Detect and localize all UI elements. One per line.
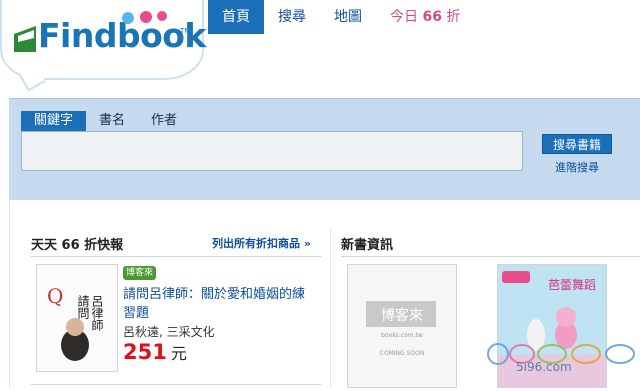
news-title: 新書資訊 — [341, 238, 394, 253]
book-cover-art: Q 請問 呂律師 — [37, 265, 117, 371]
news-panel-header: 新書資訊 — [341, 234, 640, 257]
nav-home[interactable]: 首頁 — [208, 0, 264, 34]
deals-panel-header: 天天 66 折快報 列出所有折扣商品 » — [31, 234, 321, 257]
watermark-text: 5i96.com — [516, 360, 572, 374]
deal-book-title[interactable]: 請問呂律師：關於愛和婚姻的練習題 — [123, 285, 313, 323]
cover-text-2: 呂律師 — [90, 295, 104, 331]
search-input[interactable] — [21, 131, 523, 171]
deal-book-meta: 呂秋遠, 三采文化 — [123, 325, 215, 339]
nav-map[interactable]: 地圖 — [320, 0, 376, 34]
placeholder-sub-text: books.com.tw — [381, 332, 423, 339]
cover-text-1: 請問 — [76, 295, 90, 319]
promo-suffix: 折 — [446, 9, 461, 25]
logo-tm: TM — [180, 27, 191, 35]
nav-daily-66-off[interactable]: 今日 66 折 — [376, 0, 474, 34]
all-discounts-link[interactable]: 列出所有折扣商品 » — [212, 235, 311, 251]
logo-f-icon — [14, 26, 36, 52]
new-book-cover-coming-soon[interactable]: 博客來 books.com.tw COMING SOON — [347, 264, 457, 388]
peppa-cover-title: 芭蕾舞蹈 — [548, 278, 596, 292]
search-tabs: 關鍵字 書名 作者 — [21, 111, 190, 131]
advanced-search-link[interactable]: 進階搜尋 — [555, 159, 599, 175]
cover-letter: Q — [47, 284, 63, 308]
logo[interactable]: Findbook TM — [0, 0, 206, 92]
top-nav: 首頁 搜尋 地圖 今日 66 折 — [208, 0, 474, 34]
logo-kids-icon — [122, 11, 167, 24]
deal-book-price: 251 元 — [123, 340, 187, 364]
price-number: 251 — [123, 340, 167, 364]
tab-title[interactable]: 書名 — [86, 111, 138, 131]
placeholder-coming-text: COMING SOON — [380, 350, 425, 357]
placeholder-logo-text: 博客來 — [381, 307, 423, 324]
search-panel: 關鍵字 書名 作者 搜尋書籍 進階搜尋 — [9, 98, 640, 201]
tab-keyword[interactable]: 關鍵字 — [21, 111, 87, 131]
deals-title: 天天 66 折快報 — [31, 238, 124, 253]
store-badge: 博客來 — [123, 266, 157, 280]
tab-author[interactable]: 作者 — [138, 111, 190, 131]
deal-book-cover[interactable]: Q 請問 呂律師 — [36, 264, 118, 372]
coming-soon-placeholder: 博客來 books.com.tw COMING SOON — [366, 301, 436, 357]
logo-bubble-tail — [18, 64, 46, 92]
nav-search[interactable]: 搜尋 — [264, 0, 320, 34]
promo-number: 66 — [422, 9, 442, 25]
panel-divider — [330, 228, 331, 388]
deals-divider — [31, 384, 321, 385]
price-unit: 元 — [170, 344, 187, 363]
search-books-button[interactable]: 搜尋書籍 — [542, 134, 612, 154]
promo-prefix: 今日 — [390, 9, 418, 25]
